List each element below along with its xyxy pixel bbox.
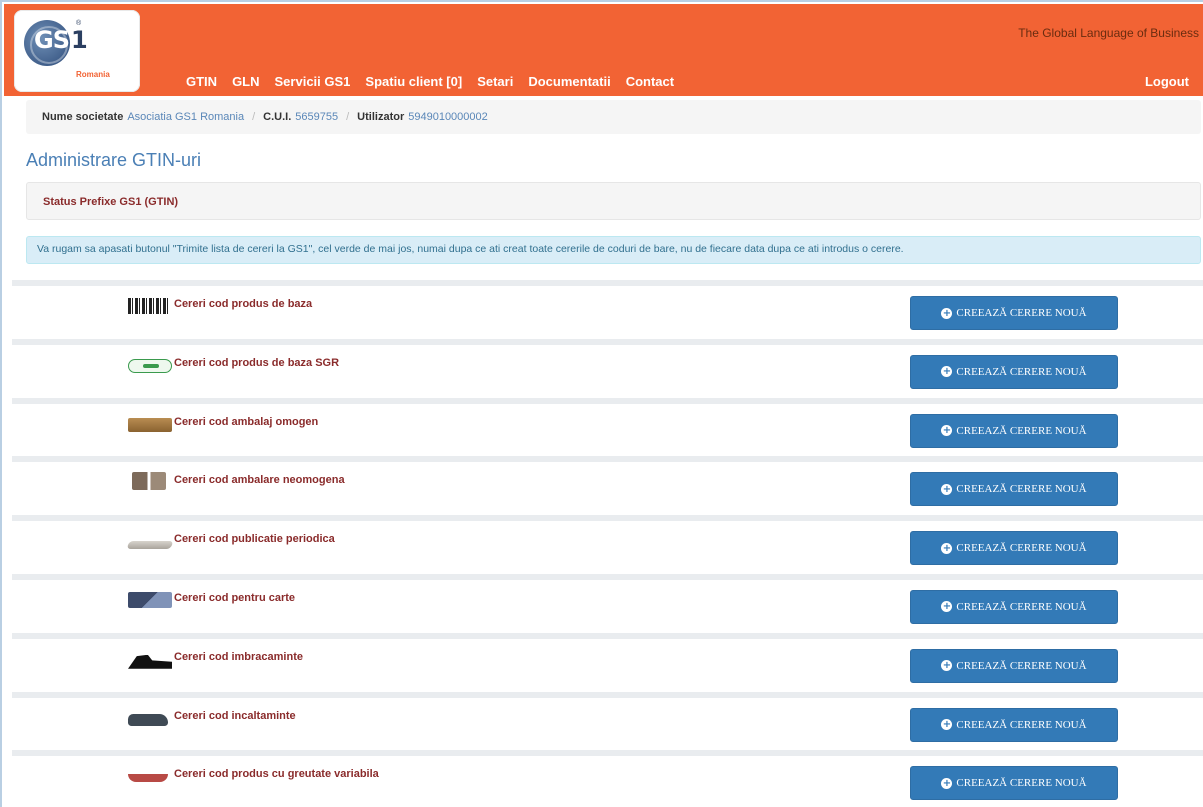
shoe-icon — [128, 713, 168, 726]
plus-circle-icon: + — [941, 660, 953, 672]
request-row-imbracaminte: Cereri cod imbracaminte + CREEAZĂ CERERE … — [12, 632, 1203, 692]
cui-value: 5659755 — [295, 111, 339, 123]
barcode-icon — [128, 298, 170, 314]
request-list: Cereri cod produs de baza + CREEAZĂ CERER… — [12, 280, 1203, 807]
plus-circle-icon: + — [941, 542, 953, 554]
create-request-button[interactable]: + CREEAZĂ CERERE NOUĂ — [910, 354, 1118, 389]
request-row-ambalare-neomogena: Cereri cod ambalare neomogena + CREEAZĂ C… — [12, 456, 1203, 516]
plus-circle-icon: + — [941, 307, 953, 319]
main-nav: GTIN GLN Servicii GS1 Spatiu client [0] … — [186, 74, 689, 89]
logo-brand: GS — [34, 26, 70, 54]
request-row-label[interactable]: Cereri cod ambalare neomogena — [174, 474, 345, 486]
request-row-label[interactable]: Cereri cod produs de baza SGR — [174, 357, 339, 369]
tagline: The Global Language of Business — [1018, 26, 1199, 40]
company-label: Nume societate — [42, 111, 124, 123]
request-row-carte: Cereri cod pentru carte + CREEAZĂ CERERE … — [12, 573, 1203, 633]
cui-label: C.U.I. — [263, 111, 292, 123]
plus-circle-icon: + — [941, 601, 953, 613]
create-request-button[interactable]: + CREEAZĂ CERERE NOUĂ — [910, 472, 1118, 507]
request-row-label[interactable]: Cereri cod imbracaminte — [174, 651, 303, 663]
separator: / — [346, 111, 350, 123]
request-row-label[interactable]: Cereri cod produs de baza — [174, 298, 312, 310]
nav-spatiu-client[interactable]: Spatiu client [0] — [365, 74, 462, 89]
separator: / — [252, 111, 256, 123]
account-info-bar: Nume societate Asociatia GS1 Romania / C… — [26, 100, 1201, 134]
create-request-button[interactable]: + CREEAZĂ CERERE NOUĂ — [910, 413, 1118, 448]
plus-circle-icon: + — [941, 425, 953, 437]
request-row-greutate-variabila: Cereri cod produs cu greutate variabila … — [12, 750, 1203, 807]
mixed-package-icon — [132, 472, 166, 491]
nav-servicii-gs1[interactable]: Servicii GS1 — [275, 74, 351, 89]
request-row-label[interactable]: Cereri cod pentru carte — [174, 592, 295, 604]
status-prefix-panel[interactable]: Status Prefixe GS1 (GTIN) — [26, 182, 1201, 220]
request-row-produs-baza-sgr: Cereri cod produs de baza SGR + CREEAZĂ C… — [12, 338, 1203, 398]
page-frame: GS1 ® Romania The Global Language of Bus… — [0, 0, 1203, 807]
create-request-button[interactable]: + CREEAZĂ CERERE NOUĂ — [910, 531, 1118, 566]
logo-registered-mark: ® — [76, 20, 82, 27]
nav-documentatii[interactable]: Documentatii — [528, 74, 610, 89]
request-row-label[interactable]: Cereri cod ambalaj omogen — [174, 416, 318, 428]
newspaper-icon — [126, 541, 174, 550]
gs1-logo[interactable]: GS1 ® Romania — [14, 10, 140, 92]
page-title: Administrare GTIN-uri — [26, 150, 202, 170]
variable-weight-icon — [128, 774, 168, 783]
plus-circle-icon: + — [941, 777, 953, 789]
book-icon — [128, 591, 172, 608]
create-request-button[interactable]: + CREEAZĂ CERERE NOUĂ — [910, 648, 1118, 683]
company-value[interactable]: Asociatia GS1 Romania — [127, 111, 244, 123]
user-value[interactable]: 5949010000002 — [408, 111, 488, 123]
box-icon — [128, 417, 172, 432]
header-bar: GS1 ® Romania The Global Language of Bus… — [4, 4, 1203, 96]
sgr-icon — [128, 358, 172, 373]
status-prefix-title: Status Prefixe GS1 (GTIN) — [43, 196, 179, 208]
info-notice: Va rugam sa apasati butonul "Trimite lis… — [26, 236, 1201, 264]
request-row-ambalaj-omogen: Cereri cod ambalaj omogen + CREEAZĂ CERER… — [12, 397, 1203, 457]
create-request-button[interactable]: + CREEAZĂ CERERE NOUĂ — [910, 296, 1118, 330]
logo-subtitle: Romania — [76, 70, 110, 79]
create-request-button[interactable]: + CREEAZĂ CERERE NOUĂ — [910, 589, 1118, 624]
plus-circle-icon: + — [941, 366, 953, 378]
nav-gtin[interactable]: GTIN — [186, 74, 217, 89]
create-request-button[interactable]: + CREEAZĂ CERERE NOUĂ — [910, 766, 1118, 801]
plus-circle-icon: + — [941, 483, 953, 495]
plus-circle-icon: + — [941, 719, 953, 731]
request-row-incaltaminte: Cereri cod incaltaminte + CREEAZĂ CERERE … — [12, 691, 1203, 751]
logout-link[interactable]: Logout — [1145, 74, 1189, 89]
nav-setari[interactable]: Setari — [477, 74, 513, 89]
request-row-publicatie-periodica: Cereri cod publicatie periodica + CREEAZĂ… — [12, 515, 1203, 574]
logo-brand-one: 1 — [70, 26, 88, 54]
nav-gln[interactable]: GLN — [232, 74, 259, 89]
request-row-label[interactable]: Cereri cod produs cu greutate variabila — [174, 768, 379, 780]
create-request-button[interactable]: + CREEAZĂ CERERE NOUĂ — [910, 707, 1118, 742]
request-row-label[interactable]: Cereri cod incaltaminte — [174, 710, 296, 722]
request-row-label[interactable]: Cereri cod publicatie periodica — [174, 533, 335, 545]
clothing-icon — [128, 654, 172, 669]
user-label: Utilizator — [357, 111, 405, 123]
nav-contact[interactable]: Contact — [626, 74, 674, 89]
request-row-produs-baza: Cereri cod produs de baza + CREEAZĂ CERER… — [12, 280, 1203, 339]
